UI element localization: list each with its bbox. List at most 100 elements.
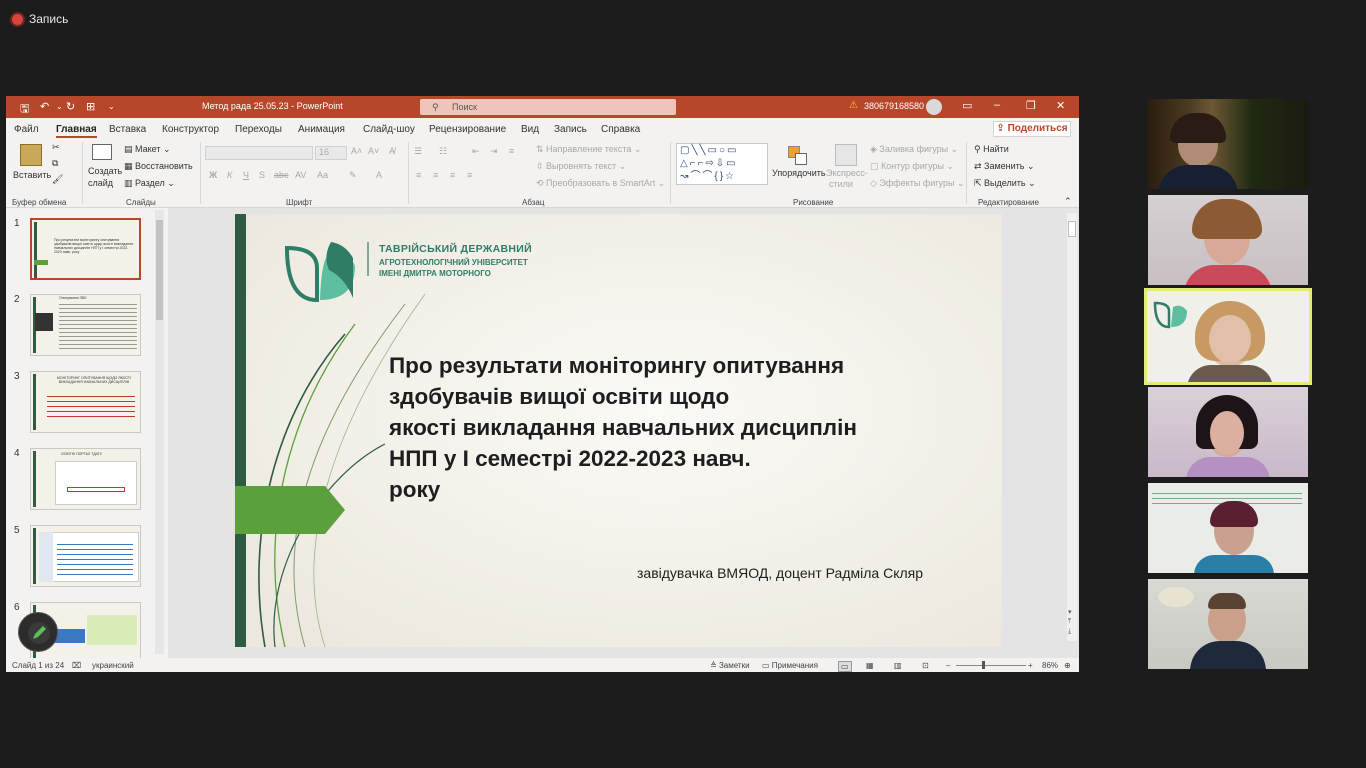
tab-home[interactable]: Главная [56,124,97,138]
slide-thumbnail-5[interactable] [30,525,141,587]
restore-icon[interactable]: ❐ [1026,99,1036,112]
minimize-icon[interactable]: – [994,99,1000,111]
decrease-font-icon[interactable]: A˅ [368,146,379,156]
shape-fill-button[interactable]: ◈ Заливка фигуры ⌄ [870,144,958,155]
slide-sorter-icon[interactable]: ▦ [866,661,874,670]
slide-thumbnail-3[interactable]: МОНІТОРИНГ ОПИТУВАННЯ ЩОДО ЯКОСТІ ВИКЛАД… [30,371,141,433]
present-icon[interactable]: ⊞ [86,100,95,113]
align-left-icon[interactable]: ≡ [416,170,421,180]
participant-video-6[interactable] [1148,579,1308,669]
next-slide-icon[interactable]: ⤓ [1068,628,1071,636]
find-button[interactable]: ⚲ Найти [974,144,1009,155]
clear-format-icon[interactable]: A̸ [389,146,395,156]
paste-button[interactable]: Вставить [13,170,51,180]
account-name[interactable]: 380679168580 [864,101,924,111]
tab-insert[interactable]: Вставка [109,124,146,135]
collapse-ribbon-icon[interactable]: ⌃ [1064,196,1072,207]
italic-icon[interactable]: К [227,170,232,180]
section-button[interactable]: ▥ Раздел ⌄ [124,178,175,189]
prev-slide-icon[interactable]: ⤒ [1068,618,1071,626]
undo-icon[interactable]: ↶ [40,100,49,113]
align-text-button[interactable]: ⇳ Выровнять текст ⌄ [536,161,626,172]
quick-styles-label[interactable]: стили [829,179,853,189]
tab-file[interactable]: Файл [14,124,39,135]
line-spacing-icon[interactable]: ≡ [509,146,514,156]
justify-icon[interactable]: ≡ [467,170,472,180]
tab-slideshow[interactable]: Слайд-шоу [363,124,415,135]
fit-slide-icon[interactable]: ⊕ [1064,661,1071,670]
bold-icon[interactable]: Ж [209,170,217,180]
share-button[interactable]: ⇪ Поделиться [993,121,1071,137]
reading-view-icon[interactable]: ▥ [894,661,902,670]
format-painter-icon[interactable]: 🖌 [52,174,63,185]
copy-icon[interactable]: ⧉ [52,158,58,169]
spellcheck-icon[interactable]: ⌧ [72,661,81,670]
tab-animations[interactable]: Анимация [298,124,345,135]
normal-view-icon[interactable]: ▭ [838,661,852,672]
search-input[interactable]: ⚲ Поиск [420,99,676,115]
new-slide-icon[interactable] [92,144,112,160]
close-icon[interactable]: ✕ [1056,99,1065,112]
increase-indent-icon[interactable]: ⇥ [490,146,498,157]
thumbnail-scroll-thumb[interactable] [156,220,163,320]
participant-video-2[interactable] [1148,195,1308,285]
zoom-out-icon[interactable]: – [946,661,950,670]
case-icon[interactable]: Aa [317,170,328,180]
decrease-indent-icon[interactable]: ⇤ [472,146,480,157]
participant-video-4[interactable] [1148,387,1308,477]
new-slide-button[interactable]: Создать [88,166,122,176]
avatar[interactable] [926,99,942,115]
arrange-button[interactable]: Упорядочить [772,168,826,178]
new-slide-label[interactable]: слайд [88,178,113,188]
comments-button[interactable]: ▭ Примечания [762,661,818,670]
strikethrough-icon[interactable]: abc [274,170,289,180]
font-family-select[interactable] [205,146,313,160]
ribbon-display-icon[interactable]: ▭ [962,99,972,112]
editor-scrollbar[interactable]: ▾ ⤒ ⤓ [1067,213,1077,641]
numbering-icon[interactable]: ☷ [439,146,447,157]
zoom-slider-thumb[interactable] [982,661,985,669]
shadow-icon[interactable]: S [259,170,265,180]
zoom-in-icon[interactable]: + [1028,661,1033,670]
tab-view[interactable]: Вид [521,124,539,135]
tab-review[interactable]: Рецензирование [429,124,506,135]
slide-thumbnail-1[interactable]: Про результати моніторингу опитування зд… [30,218,141,280]
undo-dropdown-icon[interactable]: ⌄ [56,102,63,111]
reset-button[interactable]: ▦ Восстановить [124,161,193,172]
tab-transitions[interactable]: Переходы [235,124,282,135]
quick-styles-icon[interactable] [835,144,857,166]
recording-indicator[interactable]: Запись [12,12,68,26]
slide-thumbnail-4[interactable]: ОСВІТНІ ПОРТАЛ ТДАТУ [30,448,141,510]
cut-icon[interactable]: ✂ [52,142,60,153]
font-color-icon[interactable]: A [376,170,382,180]
zoom-level[interactable]: 86% [1042,661,1058,670]
bullets-icon[interactable]: ☰ [414,146,422,157]
tab-help[interactable]: Справка [601,124,640,135]
replace-button[interactable]: ⇄ Заменить ⌄ [974,161,1035,172]
participant-video-5[interactable] [1148,483,1308,573]
increase-font-icon[interactable]: A˄ [351,146,362,156]
layout-button[interactable]: ▤ Макет ⌄ [124,144,171,155]
text-direction-button[interactable]: ⇅ Направление текста ⌄ [536,144,641,155]
redo-icon[interactable]: ↻ [66,100,75,113]
annotation-pen-button[interactable] [18,612,58,652]
tab-design[interactable]: Конструктор [162,124,219,135]
slide-subtitle[interactable]: завідувачка ВМЯОД, доцент Радміла Скляр [637,565,923,581]
select-button[interactable]: ⇱ Выделить ⌄ [974,178,1036,189]
tab-record[interactable]: Запись [554,124,587,135]
shape-outline-button[interactable]: ▢ Контур фигуры ⌄ [870,161,954,172]
spacing-icon[interactable]: AV [295,170,306,180]
warning-icon[interactable]: ⚠ [849,100,858,111]
font-size-select[interactable]: 16 [315,146,347,160]
align-right-icon[interactable]: ≡ [450,170,455,180]
shape-effects-button[interactable]: ◇ Эффекты фигуры ⌄ [870,178,964,189]
underline-icon[interactable]: Ч [243,170,249,180]
shapes-gallery[interactable]: ▢╲╲▭○▭ △⌐⌐⇨⇩▭ ↝⌒⌒{}☆ [676,143,768,185]
smartart-button[interactable]: ⟲ Преобразовать в SmartArt ⌄ [536,178,665,189]
participant-video-3-active-speaker[interactable] [1144,288,1312,385]
slide-title[interactable]: Про результати моніторингу опитування зд… [389,350,969,505]
arrange-icon[interactable] [788,146,808,166]
highlight-icon[interactable]: ✎ [349,170,357,181]
participant-video-1[interactable] [1148,99,1308,189]
quick-styles-button[interactable]: Экспресс- [826,168,868,178]
